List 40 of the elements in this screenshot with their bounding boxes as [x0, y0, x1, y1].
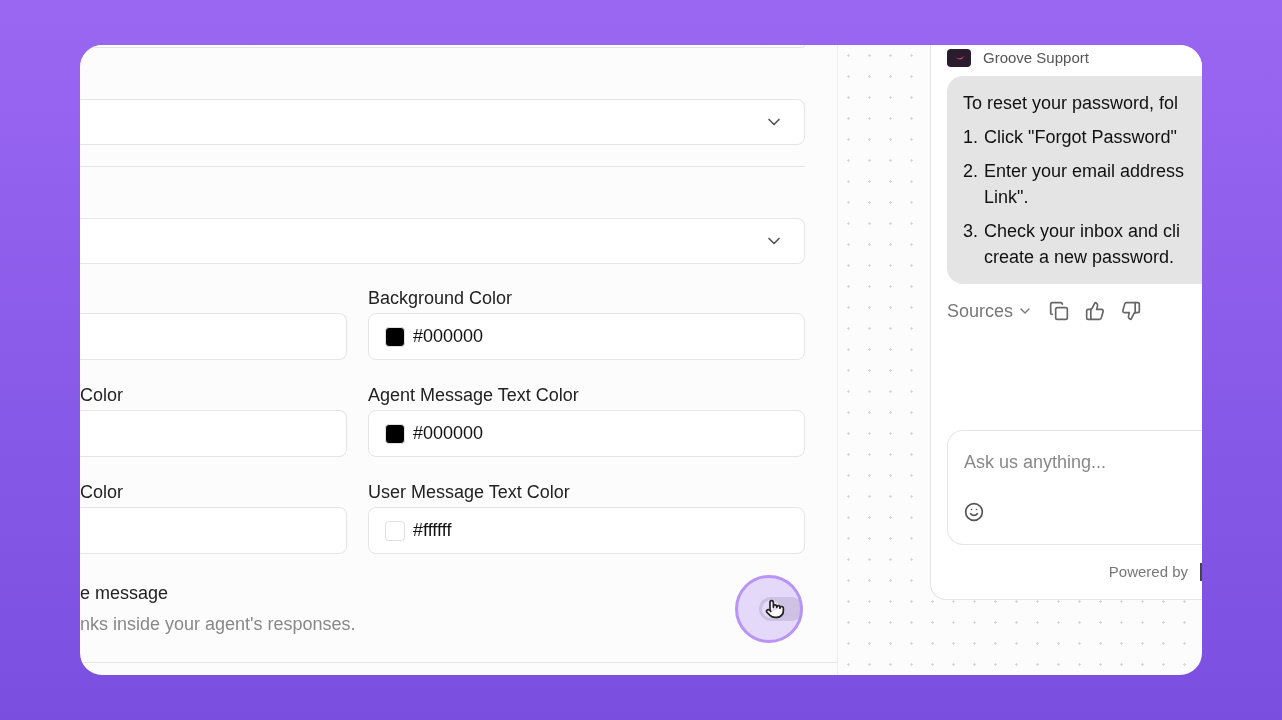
step-text: Click "Forgot Password" — [984, 125, 1177, 149]
color-swatch[interactable] — [385, 423, 405, 444]
select-field[interactable] — [80, 218, 805, 264]
agent-name: Groove Support — [983, 48, 1089, 68]
color-swatch[interactable] — [385, 326, 405, 347]
setting-title: e message — [80, 582, 170, 605]
step-number: 1. — [963, 125, 979, 149]
thumbs-up-icon[interactable] — [1085, 301, 1106, 321]
step-text: Enter your email address — [984, 159, 1185, 183]
field-label: Agent Message Text Color — [368, 386, 579, 404]
sources-button[interactable]: Sources — [947, 297, 1034, 325]
color-swatch[interactable] — [385, 520, 405, 541]
step-text: Link". — [984, 185, 1030, 209]
message-text: To reset your password, fol — [963, 91, 1180, 115]
powered-by-text: Powered by — [1108, 561, 1188, 582]
copy-icon[interactable] — [1049, 301, 1070, 321]
color-input-field[interactable]: #000000 — [368, 313, 805, 360]
step-number: 2. — [963, 159, 979, 183]
field-label: Background Color — [368, 289, 513, 307]
thumbs-down-icon[interactable] — [1121, 301, 1142, 321]
input-placeholder: Ask us anything... — [964, 451, 1108, 474]
step-number: 3. — [963, 219, 979, 243]
color-value: #ffffff — [413, 519, 452, 542]
color-input-field[interactable] — [80, 507, 347, 554]
hand-cursor-icon — [765, 599, 785, 619]
color-input-field[interactable]: #ffffff — [368, 507, 805, 554]
field-label: Color — [80, 483, 123, 501]
color-input-field[interactable]: #000000 — [368, 410, 805, 457]
color-value: #000000 — [413, 422, 484, 445]
select-field[interactable] — [80, 99, 805, 145]
chat-input[interactable]: Ask us anything... — [947, 430, 1202, 545]
color-value: #000000 — [413, 325, 484, 348]
color-input-field[interactable] — [80, 410, 347, 457]
field-label: Color — [80, 386, 123, 404]
color-input-field[interactable] — [80, 313, 347, 360]
emoji-icon[interactable] — [964, 502, 984, 522]
setting-description: nks inside your agent's responses. — [80, 613, 356, 636]
step-text: create a new password. — [984, 245, 1176, 269]
step-text: Check your inbox and cli — [984, 219, 1181, 243]
field-label: User Message Text Color — [368, 483, 570, 501]
